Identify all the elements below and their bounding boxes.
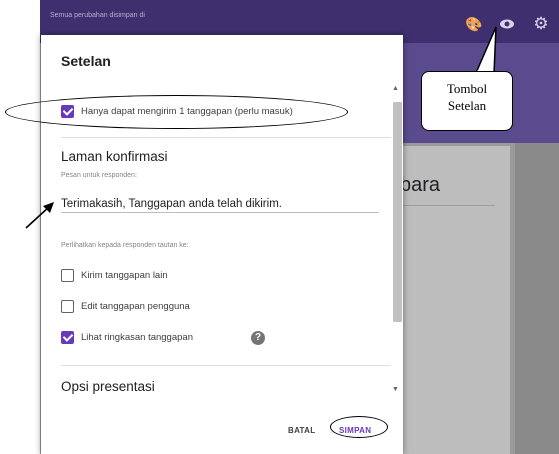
presentation-section-title: Opsi presentasi (61, 379, 155, 394)
confirmation-section-title: Laman konfirmasi (61, 149, 168, 164)
confirmation-message-input[interactable]: Terimakasih, Tanggapan anda telah dikiri… (61, 198, 282, 210)
edit-response-checkbox[interactable] (61, 300, 74, 313)
dialog-title: Setelan (61, 53, 111, 69)
scroll-up-icon[interactable]: ▲ (392, 85, 399, 92)
scroll-down-icon[interactable]: ▼ (392, 386, 399, 393)
divider (61, 365, 391, 366)
view-summary-label: Lihat ringkasan tanggapan (81, 332, 193, 343)
help-icon[interactable]: ? (251, 331, 265, 345)
message-label: Pesan untuk responden: (61, 172, 137, 179)
divider (61, 137, 391, 138)
saved-status: Semua perubahan disimpan di (50, 12, 145, 19)
submit-another-checkbox[interactable] (61, 269, 74, 282)
show-links-label: Perlihatkan kepada responden tautan ke: (61, 242, 189, 249)
form-title-fragment: bara (400, 174, 441, 196)
view-summary-checkbox[interactable] (61, 331, 74, 344)
callout-text: Tombol Setelan (421, 80, 513, 114)
gear-icon[interactable]: ⚙ (533, 15, 549, 32)
message-underline (61, 212, 379, 213)
callout-line-2: Setelan (447, 98, 487, 113)
form-title-underline (400, 205, 495, 206)
submit-another-label: Kirim tanggapan lain (81, 270, 168, 281)
eye-icon[interactable] (499, 16, 515, 32)
arrow-annotation-icon (25, 202, 54, 229)
save-highlight-oval (330, 416, 388, 438)
highlight-oval (5, 95, 348, 129)
edit-response-label: Edit tanggapan pengguna (81, 301, 190, 312)
scrollbar-thumb[interactable] (393, 102, 402, 322)
callout-tail (474, 26, 497, 74)
cancel-button[interactable]: BATAL (288, 426, 315, 435)
side-strip (515, 143, 559, 454)
callout-line-1: Tombol (446, 81, 488, 96)
